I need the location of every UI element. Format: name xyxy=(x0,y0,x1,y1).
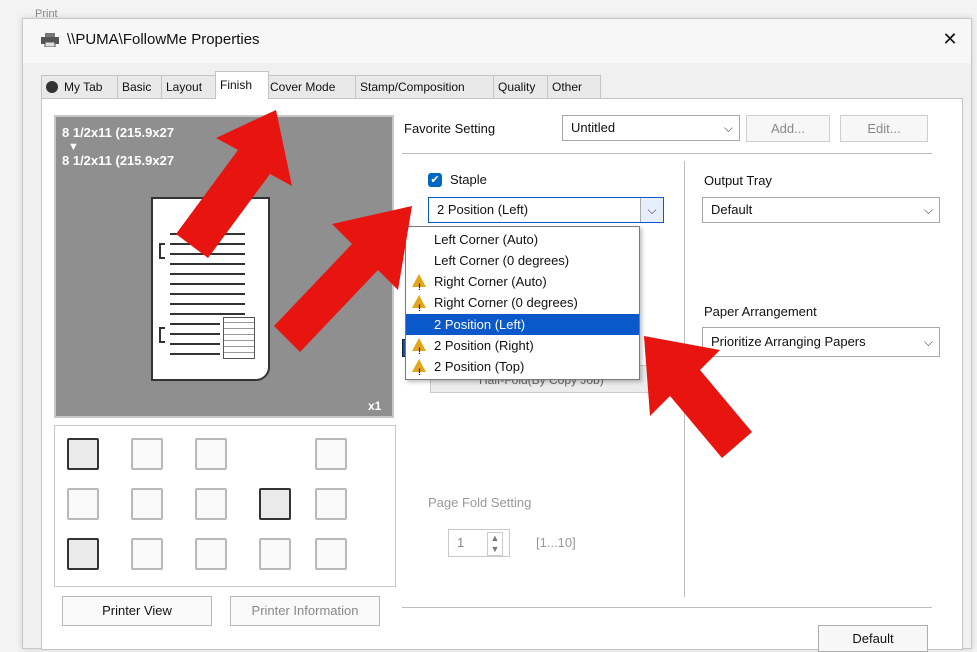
dropdown-option[interactable]: Left Corner (0 degrees) xyxy=(406,250,639,271)
paper-arrangement-label: Paper Arrangement xyxy=(704,304,817,319)
tab-cover-mode[interactable]: Cover Mode xyxy=(265,75,361,98)
staple-checkbox[interactable]: ✔ xyxy=(428,173,442,187)
grid-thumbnail xyxy=(223,317,255,359)
copy-count: x1 xyxy=(368,399,382,413)
chevron-down-icon: ⌵ xyxy=(923,335,933,349)
user-print-icon[interactable] xyxy=(131,538,163,570)
option-label: Right Corner (0 degrees) xyxy=(434,295,578,310)
paper-arrangement-value: Prioritize Arranging Papers xyxy=(711,334,866,349)
output-tray-value: Default xyxy=(711,202,753,217)
print-preview: 8 1/2x11 (215.9x27 ▼ 8 1/2x11 (215.9x27 … xyxy=(54,115,394,418)
printer-view-icon[interactable] xyxy=(67,438,99,470)
edit-button[interactable]: Edit... xyxy=(840,115,928,142)
function-icon-grid xyxy=(54,425,396,587)
rotate-icon[interactable] xyxy=(315,438,347,470)
dropdown-option[interactable]: ! 2 Position (Top) xyxy=(406,356,639,377)
printer-information-button[interactable]: Printer Information xyxy=(230,596,380,626)
printer-view-button[interactable]: Printer View xyxy=(62,596,212,626)
down-arrow-icon: ▼ xyxy=(68,141,79,153)
divider xyxy=(402,607,932,608)
user-icon xyxy=(46,81,58,93)
default-button[interactable]: Default xyxy=(818,625,928,652)
booklet-icon[interactable] xyxy=(131,488,163,520)
copy-icon[interactable] xyxy=(195,438,227,470)
page-fold-range: [1...10] xyxy=(536,535,576,550)
tab-stamp-composition[interactable]: Stamp/Composition xyxy=(355,75,499,98)
chevron-down-icon: ⌵ xyxy=(923,203,933,217)
layout-icon[interactable] xyxy=(131,438,163,470)
dropdown-option[interactable]: ! 2 Position (Right) xyxy=(406,335,639,356)
list-icon[interactable] xyxy=(315,538,347,570)
close-button[interactable]: ✕ xyxy=(938,27,962,51)
tab-finish[interactable]: Finish xyxy=(215,71,269,99)
paper-size-suffix: a) xyxy=(242,153,254,168)
page-preview xyxy=(151,197,270,381)
tab-label: My Tab xyxy=(64,80,103,94)
tab-my-tab[interactable]: My Tab xyxy=(41,75,121,98)
staple-selected-value: 2 Position (Left) xyxy=(437,202,529,217)
staple-mark xyxy=(159,243,165,259)
secure-icon[interactable] xyxy=(315,488,347,520)
favorite-setting-select[interactable]: Untitled ⌵ xyxy=(562,115,740,141)
add-button[interactable]: Add... xyxy=(746,115,830,142)
text-icon[interactable] xyxy=(195,488,227,520)
option-label: Right Corner (Auto) xyxy=(434,274,547,289)
multi-user-icon[interactable] xyxy=(195,538,227,570)
divider xyxy=(402,153,932,154)
dropdown-option-selected[interactable]: 2 Position (Left) xyxy=(406,314,639,335)
page-fold-value: 1 xyxy=(457,535,465,550)
staple-select[interactable]: 2 Position (Left) ⌵ xyxy=(428,197,664,223)
page-fold-label: Page Fold Setting xyxy=(428,495,532,510)
form-icon[interactable] xyxy=(259,488,291,520)
output-tray-select[interactable]: Default ⌵ xyxy=(702,197,940,223)
paper-arrangement-select[interactable]: Prioritize Arranging Papers ⌵ xyxy=(702,327,940,357)
title-bar: \\PUMA\FollowMe Properties ✕ xyxy=(23,19,971,63)
staple-label: Staple xyxy=(450,172,487,187)
chevron-down-icon: ⌵ xyxy=(640,198,663,222)
favorite-setting-label: Favorite Setting xyxy=(404,121,496,136)
warning-icon: ! xyxy=(412,338,426,356)
option-label: Left Corner (Auto) xyxy=(434,232,539,247)
output-tray-label: Output Tray xyxy=(704,173,772,188)
staple-mark xyxy=(159,327,165,343)
chevron-down-icon: ⌵ xyxy=(723,121,733,135)
warning-icon: ! xyxy=(412,359,426,377)
tab-basic[interactable]: Basic xyxy=(117,75,167,98)
option-label: Left Corner (0 degrees) xyxy=(434,253,570,268)
dropdown-option[interactable]: Left Corner (Auto) xyxy=(406,229,639,250)
paper-size-input: 8 1/2x11 (215.9x27 xyxy=(62,125,175,140)
stepper-arrows-icon[interactable]: ▲ ▼ xyxy=(487,532,503,556)
document-icon[interactable] xyxy=(67,538,99,570)
page-fold-stepper[interactable]: 1 ▲ ▼ xyxy=(448,529,510,557)
tab-layout[interactable]: Layout xyxy=(161,75,221,98)
printer-icon xyxy=(41,33,59,47)
dropdown-option[interactable]: ! Right Corner (Auto) xyxy=(406,271,639,292)
warning-icon: ! xyxy=(412,274,426,292)
paper-size-output: 8 1/2x11 (215.9x27 xyxy=(62,153,175,168)
stack-icon[interactable] xyxy=(67,488,99,520)
warning-icon: ! xyxy=(412,295,426,313)
staple-dropdown-list: Left Corner (Auto) Left Corner (0 degree… xyxy=(405,226,640,380)
settings-doc-icon[interactable] xyxy=(259,538,291,570)
window-title: \\PUMA\FollowMe Properties xyxy=(67,31,260,48)
tab-quality[interactable]: Quality xyxy=(493,75,553,98)
option-label: 2 Position (Left) xyxy=(434,317,526,332)
checkmark-icon: ✔ xyxy=(430,174,440,186)
dropdown-option[interactable]: ! Right Corner (0 degrees) xyxy=(406,292,639,313)
favorite-setting-value: Untitled xyxy=(571,120,616,135)
divider xyxy=(684,161,685,597)
tab-other[interactable]: Other xyxy=(547,75,601,98)
